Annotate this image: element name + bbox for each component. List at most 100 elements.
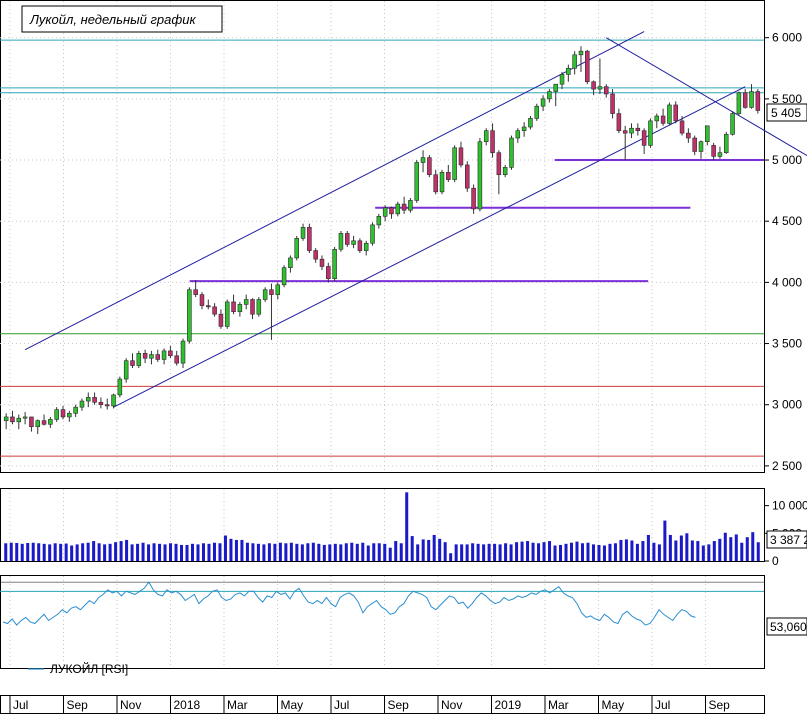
volume-bar: [267, 543, 271, 561]
price-tick-label: 5 000: [772, 153, 802, 167]
volume-bar: [9, 542, 13, 561]
volume-bar: [125, 539, 129, 561]
volume-bar: [712, 541, 716, 561]
candle-body: [155, 354, 161, 360]
candle-body: [742, 92, 748, 108]
candle-body: [401, 203, 407, 211]
volume-bar: [575, 541, 579, 561]
volume-bar: [608, 543, 612, 561]
candle-body: [749, 91, 754, 108]
candle-body: [553, 83, 558, 92]
candle-body: [471, 187, 476, 210]
time-tick-label: 2018: [174, 698, 201, 712]
candle-body: [502, 167, 508, 176]
volume-bar: [361, 542, 365, 561]
volume-bar: [619, 539, 623, 561]
volume-bar: [234, 539, 238, 561]
candle-body: [41, 420, 47, 425]
volume-bar: [169, 543, 173, 561]
candle-body: [3, 416, 9, 421]
volume-bar: [180, 544, 184, 561]
volume-bar: [526, 541, 530, 561]
candle-body: [332, 249, 337, 280]
chart-title: Лукойл, недельный график: [29, 12, 196, 27]
volume-bar: [476, 543, 480, 561]
volume-bar: [311, 542, 315, 561]
volume-bar: [410, 536, 414, 561]
candle-body: [629, 127, 634, 134]
candle-body: [673, 104, 678, 122]
candle-body: [86, 397, 91, 402]
volume-bar: [251, 543, 255, 561]
volume-bar: [317, 543, 321, 561]
last-rsi-label: 53,060: [770, 620, 807, 634]
candle-body: [585, 50, 590, 83]
volume-bar: [388, 547, 392, 561]
candle-body: [92, 397, 97, 403]
candle-body: [389, 207, 394, 215]
candle-body: [660, 115, 666, 124]
candle-body: [206, 305, 211, 308]
volume-bar: [586, 542, 590, 561]
candle-body: [168, 350, 173, 357]
volume-bar: [416, 544, 420, 561]
candle-body: [193, 289, 198, 295]
candle-body: [414, 162, 419, 201]
volume-bar: [652, 542, 656, 561]
candle-body: [509, 137, 514, 168]
candle-body: [130, 360, 135, 366]
candle-body: [256, 299, 262, 315]
volume-bar: [240, 539, 244, 561]
price-tick-label: 6 000: [772, 31, 802, 45]
volume-bar: [37, 543, 41, 561]
candle-body: [142, 353, 148, 359]
candle-body: [705, 125, 710, 142]
candle-body: [566, 67, 571, 75]
volume-bar: [355, 543, 359, 561]
volume-bar: [679, 535, 683, 561]
chart-canvas: Jul Sep Nov 2018 Mar May Jul Sep Nov 2019 Mar May Ju…: [0, 0, 807, 714]
candle-body: [458, 147, 464, 166]
candle-body: [648, 120, 653, 146]
volume-bar: [668, 534, 672, 561]
volume-bar: [130, 544, 134, 561]
volume-bar: [394, 541, 398, 561]
candle-body: [686, 132, 691, 139]
volume-bar: [223, 535, 227, 561]
volume-bar: [207, 543, 211, 561]
volume-bar: [185, 544, 189, 561]
volume-bar: [641, 541, 645, 561]
candle-body: [231, 301, 236, 313]
volume-bar: [295, 543, 299, 561]
volume-bar: [454, 544, 458, 561]
candle-body: [635, 127, 641, 131]
volume-bar: [624, 539, 628, 561]
volume-bar: [674, 540, 678, 561]
time-tick-label: Sep: [388, 698, 410, 712]
candle-body: [48, 419, 53, 425]
candle-body: [281, 267, 287, 286]
volume-bar: [333, 543, 337, 561]
volume-bar: [86, 542, 90, 561]
volume-bar: [482, 544, 486, 561]
candle-body: [755, 91, 761, 111]
candle-body: [730, 113, 735, 135]
volume-bar: [4, 543, 8, 561]
candle-body: [338, 233, 344, 250]
price-tick-label: 4 500: [772, 214, 802, 228]
candle-body: [199, 294, 205, 306]
volume-bar: [421, 539, 425, 561]
candle-body: [60, 409, 66, 418]
candle-body: [610, 93, 615, 114]
volume-bar: [465, 544, 469, 561]
price-tick-label: 3 000: [772, 398, 802, 412]
volume-bar: [70, 545, 74, 561]
candle-body: [547, 91, 552, 100]
time-tick-label: Sep: [709, 698, 731, 712]
candle-body: [22, 416, 28, 419]
candle-body: [300, 227, 306, 239]
volume-bar: [734, 534, 738, 561]
volume-bar: [212, 542, 216, 561]
candle-body: [439, 171, 445, 193]
volume-bar: [48, 544, 52, 561]
